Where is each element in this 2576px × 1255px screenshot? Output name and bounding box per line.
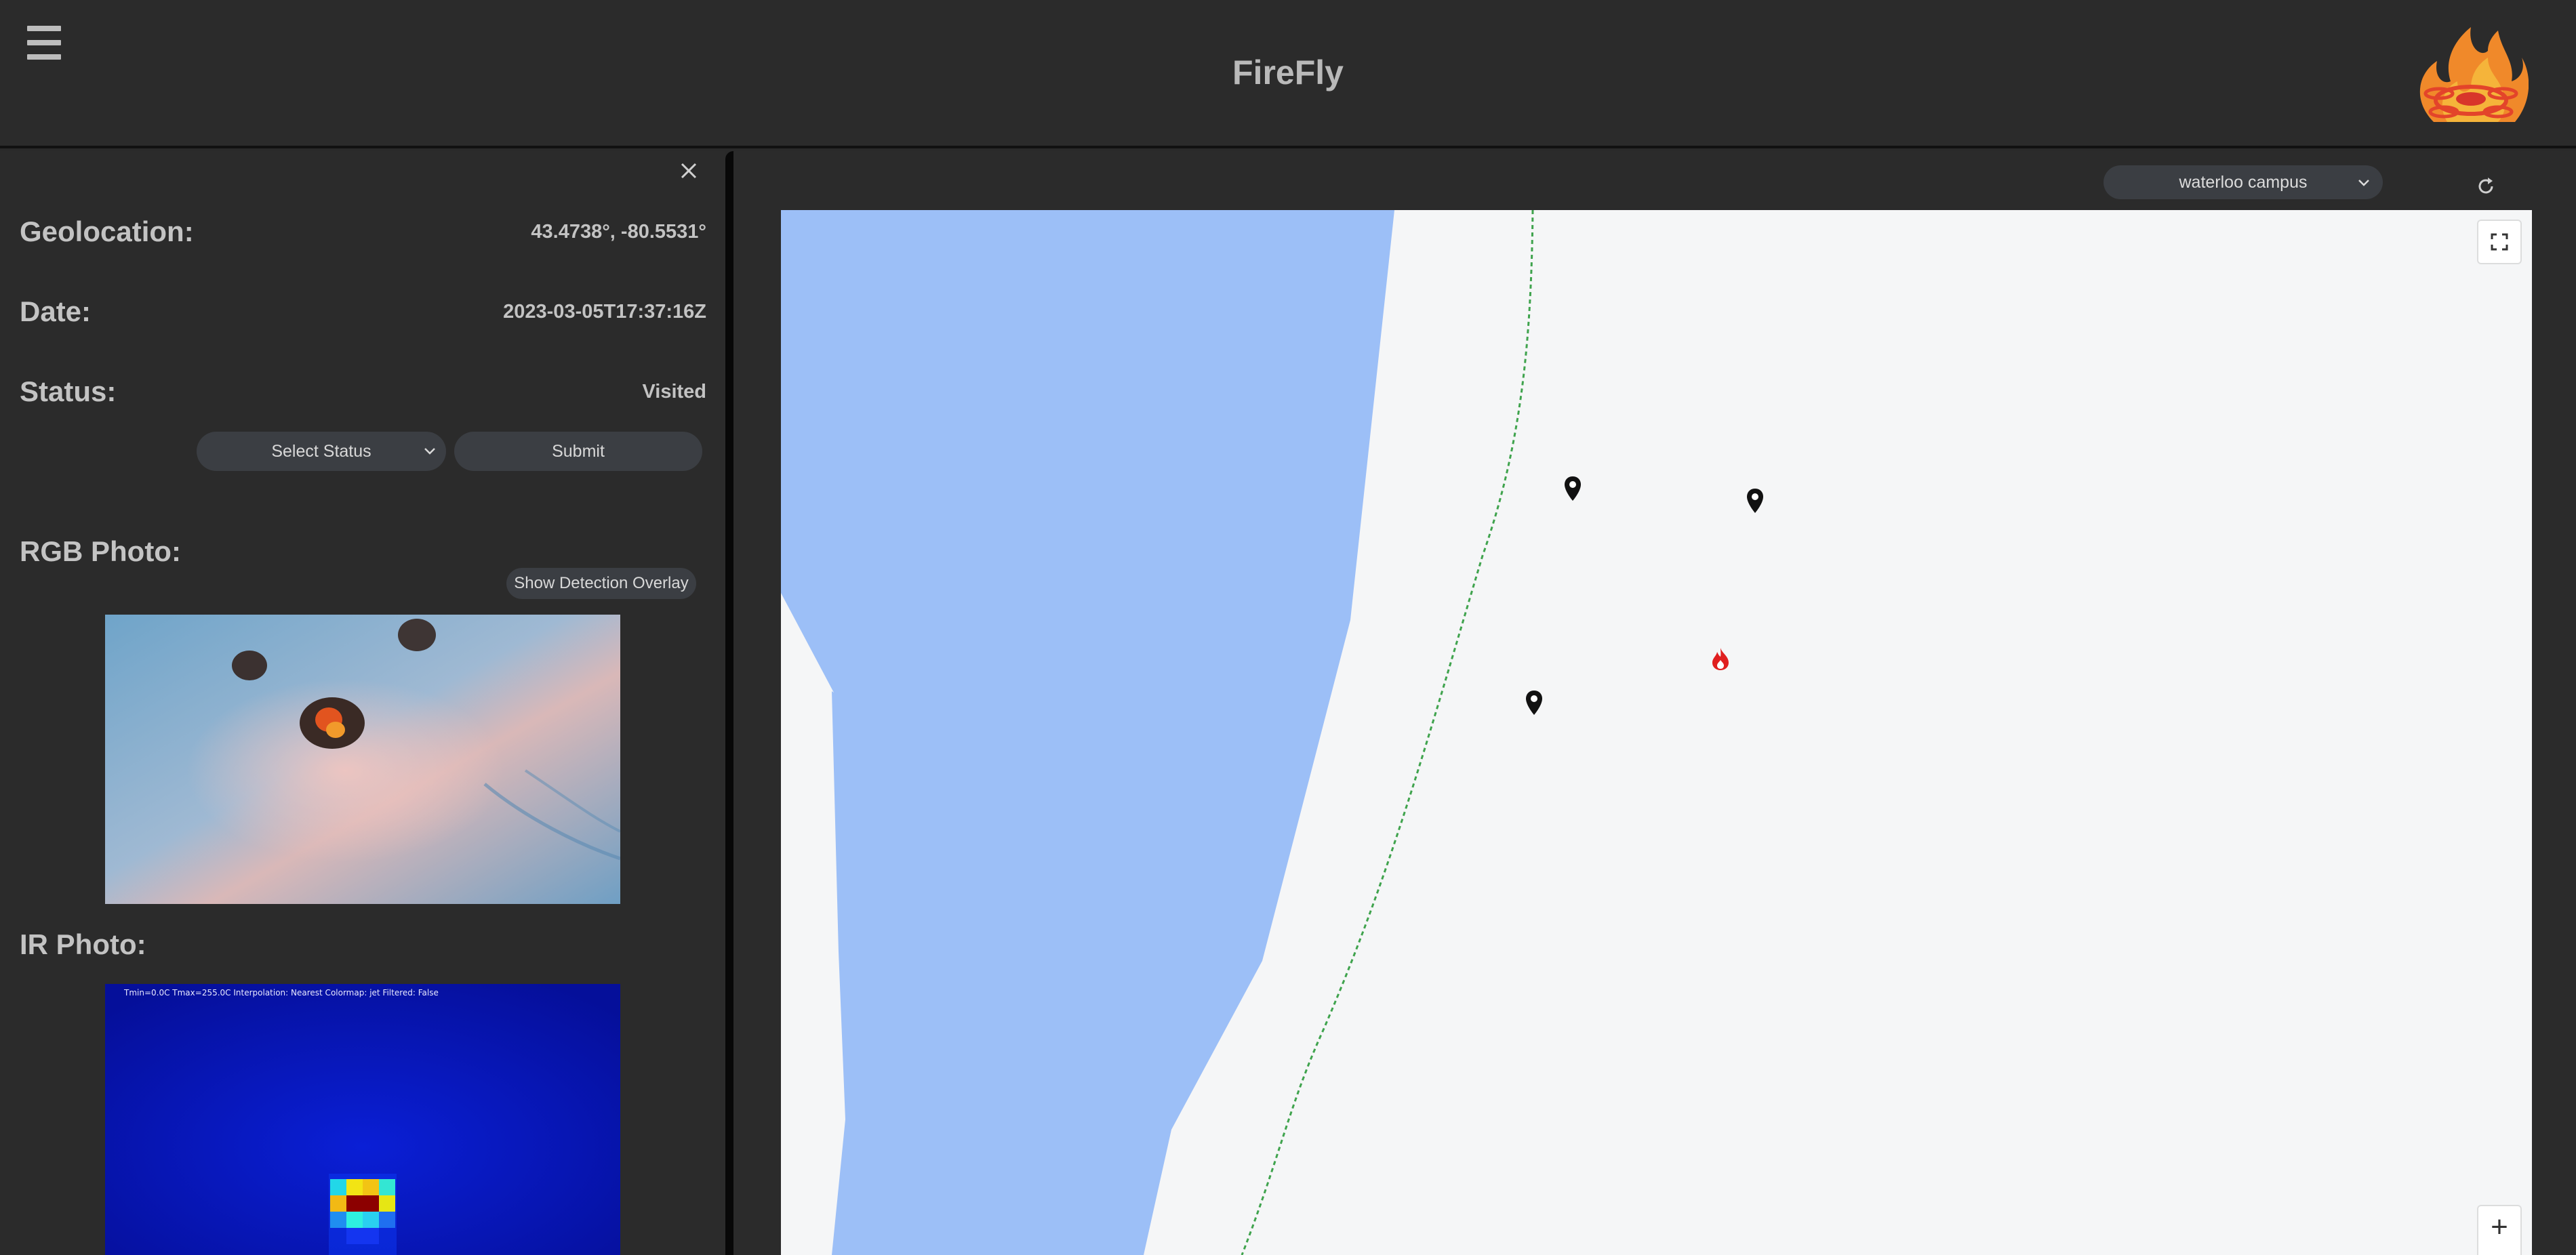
rgb-photo — [105, 615, 620, 904]
ir-photo-label: IR Photo: — [20, 928, 146, 960]
ir-photo: Tmin=0.0C Tmax=255.0C Interpolation: Nea… — [105, 984, 620, 1255]
ir-photo-caption: Tmin=0.0C Tmax=255.0C Interpolation: Nea… — [124, 988, 439, 997]
submit-button[interactable]: Submit — [454, 432, 702, 471]
zoom-in-button[interactable]: + — [2478, 1206, 2520, 1255]
sidebar-divider[interactable] — [725, 151, 733, 1255]
rgb-photo-label: RGB Photo: — [20, 535, 181, 567]
location-select-value: waterloo campus — [2179, 173, 2308, 192]
fire-icon[interactable] — [1710, 646, 1731, 671]
date-value: 2023-03-05T17:37:16Z — [503, 301, 706, 323]
map-canvas[interactable]: + — [781, 210, 2532, 1255]
status-select[interactable]: Select Status — [197, 432, 446, 471]
fullscreen-button[interactable] — [2478, 221, 2520, 263]
chevron-down-icon — [424, 448, 435, 455]
firefly-logo-icon — [2419, 27, 2529, 122]
fullscreen-icon — [2491, 233, 2508, 251]
date-label: Date: — [20, 295, 92, 327]
geolocation-value: 43.4738°, -80.5531° — [531, 221, 706, 243]
status-label: Status: — [20, 375, 117, 407]
geolocation-label: Geolocation: — [20, 215, 194, 247]
location-select[interactable]: waterloo campus — [2104, 165, 2383, 199]
refresh-icon[interactable] — [2474, 175, 2497, 198]
app-title: FireFly — [1232, 54, 1344, 91]
status-value: Visited — [642, 381, 706, 403]
show-detection-overlay-button[interactable]: Show Detection Overlay — [506, 568, 696, 599]
location-pin-icon[interactable] — [1745, 487, 1765, 514]
hamburger-menu-icon[interactable] — [27, 26, 61, 61]
location-pin-icon[interactable] — [1524, 689, 1544, 716]
chevron-down-icon — [2358, 180, 2369, 186]
app-header: FireFly — [0, 0, 2576, 148]
location-pin-icon[interactable] — [1563, 475, 1583, 502]
close-icon[interactable] — [677, 159, 701, 183]
status-select-value: Select Status — [271, 442, 371, 461]
